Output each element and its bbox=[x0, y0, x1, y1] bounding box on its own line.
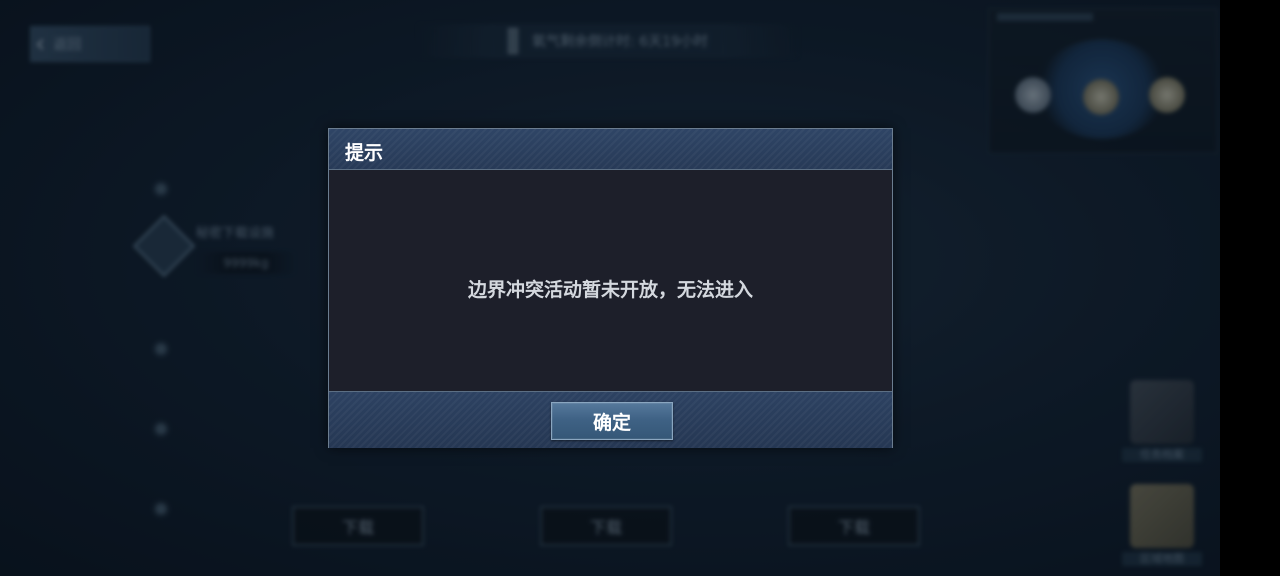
right-letterbox bbox=[1220, 0, 1280, 576]
notice-dialog: 提示 边界冲突活动暂未开放，无法进入 确定 bbox=[328, 128, 893, 448]
dialog-title: 提示 bbox=[345, 142, 384, 164]
game-screen: ‹ 返回 氧气剩余倒计时: 6天19小时 秘密下载设施 9999kg 下载 下载 bbox=[0, 0, 1280, 576]
dialog-header: 提示 bbox=[329, 129, 892, 170]
confirm-button-label: 确定 bbox=[592, 411, 631, 434]
dialog-footer: 确定 bbox=[329, 391, 892, 448]
dialog-message: 边界冲突活动暂未开放，无法进入 bbox=[467, 279, 753, 301]
confirm-button[interactable]: 确定 bbox=[551, 402, 673, 440]
